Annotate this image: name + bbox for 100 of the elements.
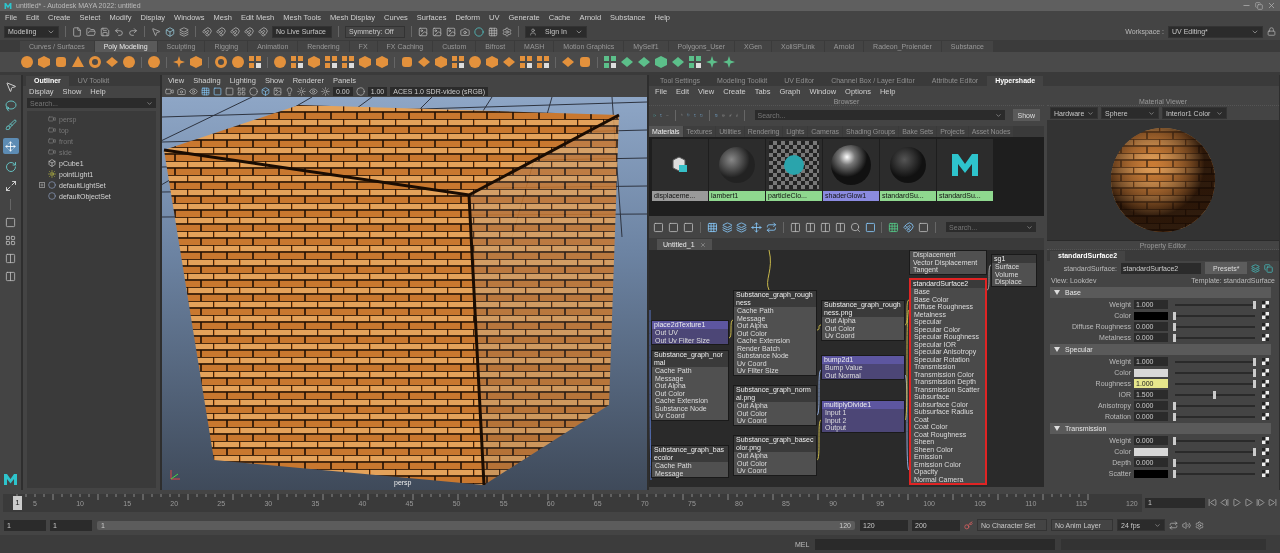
plane-icon[interactable] <box>105 55 119 69</box>
torus-icon[interactable] <box>214 55 228 69</box>
sphere-icon[interactable] <box>20 55 34 69</box>
magnet-icon[interactable] <box>230 26 240 37</box>
magnet-icon[interactable] <box>903 221 915 233</box>
triangle-icon[interactable] <box>1054 426 1060 431</box>
slider-thumb[interactable] <box>1253 357 1256 366</box>
copy-icon[interactable] <box>1264 263 1274 273</box>
cube-icon[interactable] <box>654 55 668 69</box>
cube-icon[interactable] <box>375 55 389 69</box>
redo-icon[interactable] <box>128 26 138 37</box>
caret-icon[interactable] <box>1148 109 1155 117</box>
checker-icon[interactable] <box>1262 459 1269 466</box>
checker-icon[interactable] <box>1262 402 1269 409</box>
camera-icon[interactable] <box>460 26 470 37</box>
key-icon[interactable] <box>964 520 973 530</box>
eye-icon[interactable] <box>189 87 198 96</box>
cube-icon[interactable] <box>485 55 499 69</box>
sound-icon[interactable] <box>1182 520 1191 530</box>
star-icon[interactable] <box>172 55 186 69</box>
checker-icon[interactable] <box>1262 312 1269 319</box>
magnet-icon[interactable] <box>216 26 226 37</box>
sphere-icon[interactable] <box>231 55 245 69</box>
checker-icon[interactable] <box>1262 380 1269 387</box>
save-icon[interactable] <box>100 26 110 37</box>
close-icon[interactable] <box>699 241 706 248</box>
slider-thumb[interactable] <box>1173 412 1176 421</box>
caret-icon[interactable] <box>1154 521 1161 529</box>
caret-icon[interactable] <box>146 99 153 107</box>
play-icon[interactable] <box>1244 498 1253 507</box>
paint-brush-icon[interactable] <box>4 119 17 131</box>
lock-icon[interactable] <box>1267 27 1276 36</box>
frame-icon[interactable] <box>682 221 694 233</box>
slider-thumb[interactable] <box>1173 436 1176 445</box>
select-icon[interactable] <box>151 26 161 37</box>
cube-icon[interactable] <box>307 55 321 69</box>
cube-icon[interactable] <box>358 55 372 69</box>
cone-icon[interactable] <box>71 55 85 69</box>
two-pane-icon[interactable] <box>5 253 16 264</box>
plane-icon[interactable] <box>620 55 634 69</box>
plane-icon[interactable] <box>637 55 651 69</box>
plane-icon[interactable] <box>417 55 431 69</box>
grid-icon[interactable] <box>237 87 246 96</box>
sphere-icon[interactable] <box>122 55 136 69</box>
two-pane-icon[interactable] <box>5 271 16 282</box>
torus-icon[interactable] <box>88 55 102 69</box>
frame-icon[interactable] <box>918 221 930 233</box>
cylinder-icon[interactable] <box>578 55 592 69</box>
checker-icon[interactable] <box>1262 391 1269 398</box>
grid-icon[interactable] <box>451 55 465 69</box>
grid-icon[interactable] <box>519 55 533 69</box>
graph-icon[interactable] <box>706 221 718 233</box>
move-icon[interactable] <box>751 221 763 233</box>
grid-icon[interactable] <box>888 221 900 233</box>
cylinder-icon[interactable] <box>400 55 414 69</box>
slider-thumb[interactable] <box>1253 368 1256 377</box>
grid-icon[interactable] <box>201 87 210 96</box>
layers-icon[interactable] <box>736 221 748 233</box>
undo-icon[interactable] <box>114 26 124 37</box>
layout-icon[interactable] <box>834 221 846 233</box>
triangle-icon[interactable] <box>1054 290 1060 295</box>
cube-icon[interactable] <box>434 55 448 69</box>
checker-icon[interactable] <box>1262 334 1269 341</box>
magnet-icon[interactable] <box>244 26 254 37</box>
cube-icon[interactable] <box>165 26 175 37</box>
camera-icon[interactable] <box>177 87 186 96</box>
color-swatch[interactable] <box>1134 311 1168 320</box>
checker-icon[interactable] <box>1262 369 1269 376</box>
four-pane-icon[interactable] <box>5 235 16 246</box>
frame-icon[interactable] <box>864 221 876 233</box>
sphere-icon[interactable] <box>273 55 287 69</box>
go-to-end-icon[interactable] <box>1268 498 1277 507</box>
go-to-start-icon[interactable] <box>1208 498 1217 507</box>
checker-icon[interactable] <box>1262 413 1269 420</box>
checker-icon[interactable] <box>1262 448 1269 455</box>
slider-thumb[interactable] <box>1173 311 1176 320</box>
cube-icon[interactable] <box>189 55 203 69</box>
frame-icon[interactable] <box>653 221 664 233</box>
checker-icon[interactable] <box>1262 437 1269 444</box>
layers-icon[interactable] <box>1251 263 1261 273</box>
current-frame-marker[interactable]: 1 <box>13 495 22 510</box>
expand-icon[interactable] <box>39 182 45 188</box>
grid-icon[interactable] <box>324 55 338 69</box>
grid-icon[interactable] <box>688 55 702 69</box>
magnet-icon[interactable] <box>258 26 268 37</box>
caret-icon[interactable] <box>1216 109 1223 117</box>
grid-icon[interactable] <box>341 55 355 69</box>
color-swatch[interactable] <box>1134 469 1168 478</box>
scale-icon[interactable] <box>4 180 17 192</box>
checker-icon[interactable] <box>1262 323 1269 330</box>
search-icon[interactable] <box>849 221 861 233</box>
layers-icon[interactable] <box>179 26 189 37</box>
user-icon[interactable] <box>529 27 537 36</box>
caret-icon[interactable] <box>994 111 1002 119</box>
loop-icon[interactable] <box>1169 520 1178 530</box>
color-swatch[interactable] <box>1134 447 1168 456</box>
grid-icon[interactable] <box>603 55 617 69</box>
settings-icon[interactable] <box>1195 520 1204 530</box>
layout-icon[interactable] <box>790 221 801 233</box>
grid-icon[interactable] <box>488 26 498 37</box>
